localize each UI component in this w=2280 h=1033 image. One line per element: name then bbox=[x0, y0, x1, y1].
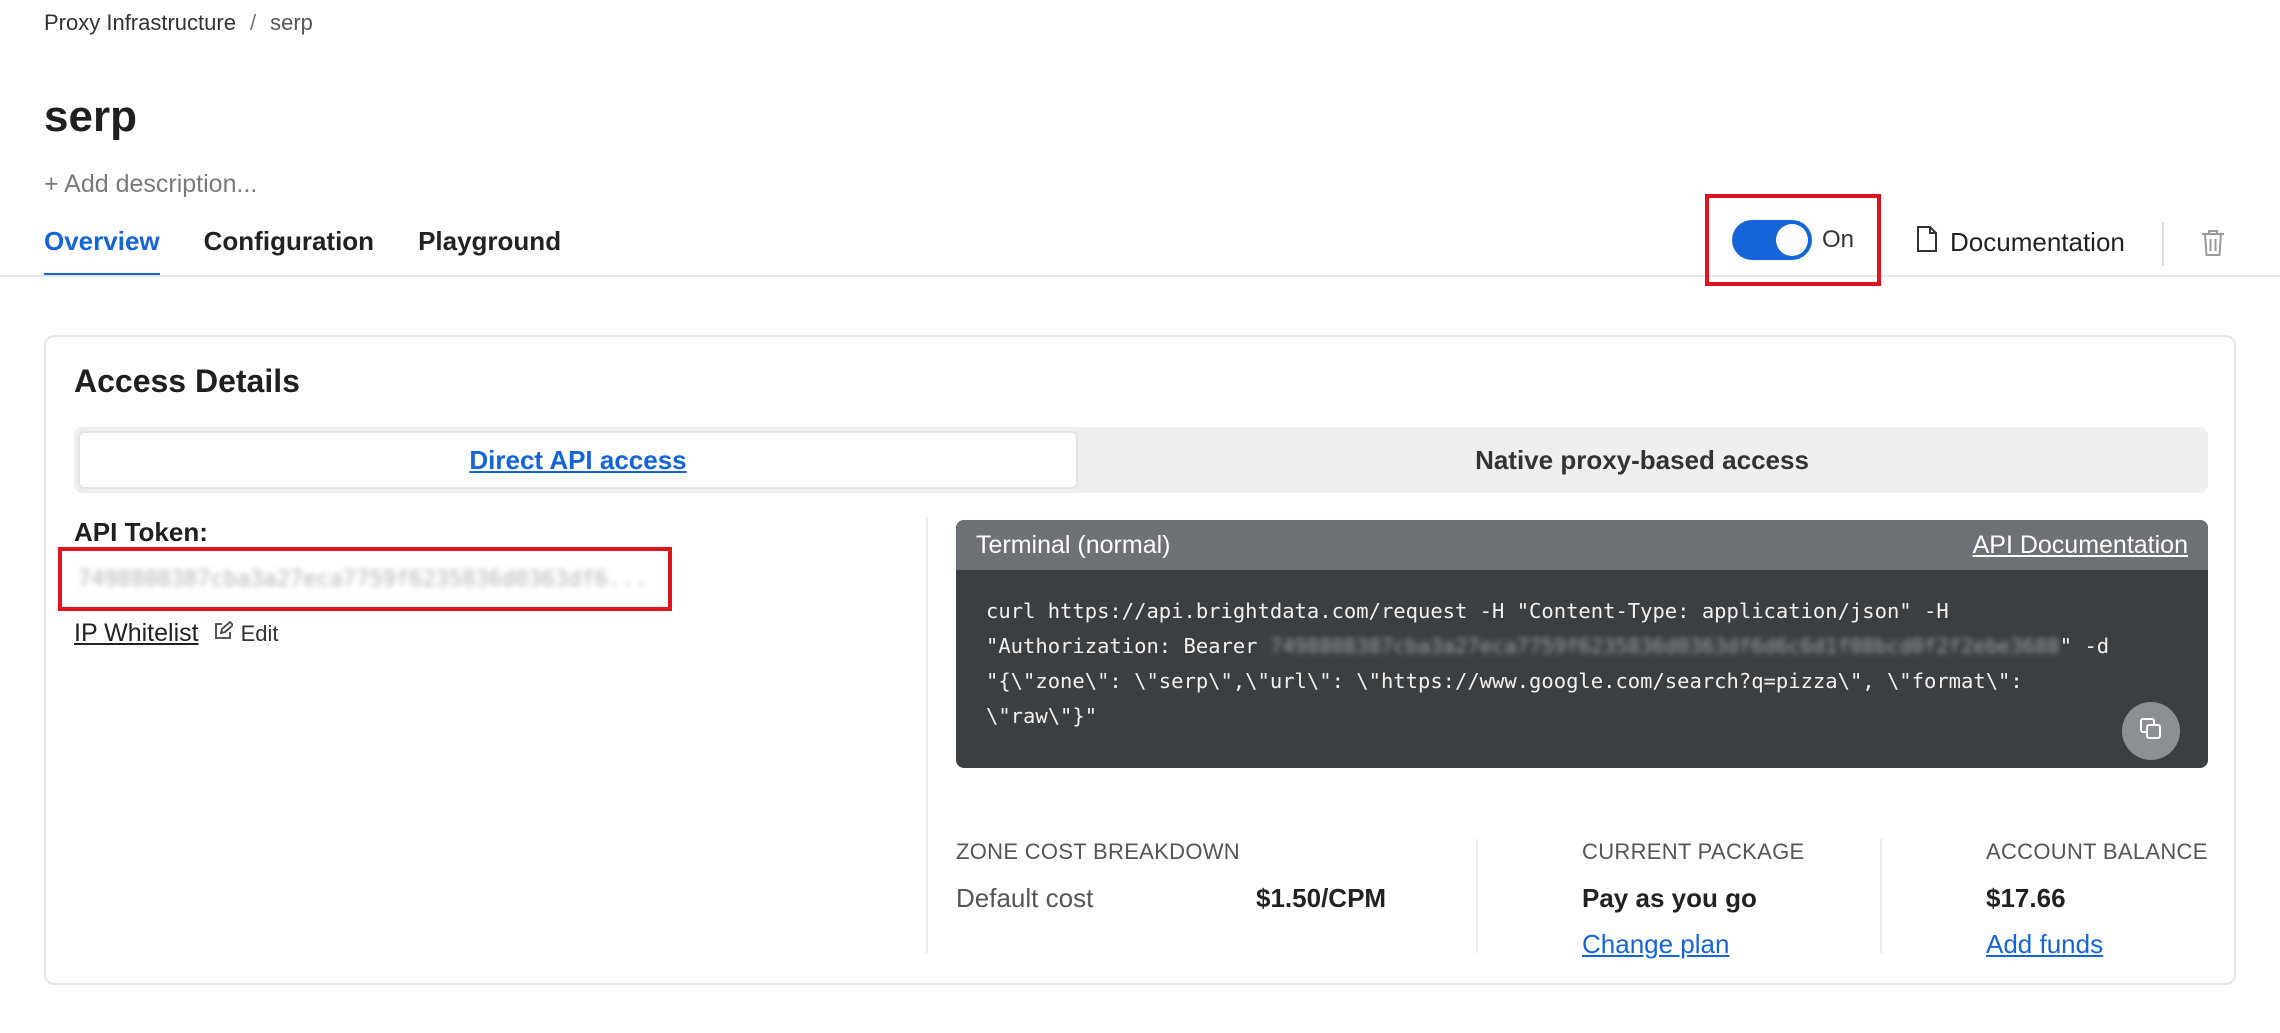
trash-icon[interactable] bbox=[2200, 228, 2226, 263]
terminal-header: Terminal (normal) API Documentation bbox=[956, 520, 2208, 570]
edit-ip-whitelist-button[interactable]: Edit bbox=[213, 620, 279, 647]
current-package-label: CURRENT PACKAGE bbox=[1582, 839, 1805, 864]
code-token: 7498808387cba3a27eca7759f6235836d0363df6… bbox=[1269, 634, 2060, 658]
zone-toggle-highlight: On bbox=[1705, 194, 1881, 286]
api-token-label: API Token: bbox=[74, 517, 208, 547]
code-line-2-prefix: "Authorization: Bearer bbox=[986, 634, 1270, 658]
direct-api-access-option[interactable]: Direct API access bbox=[78, 431, 1078, 489]
terminal-code[interactable]: curl https://api.brightdata.com/request … bbox=[956, 570, 2208, 758]
stats-divider-2 bbox=[1880, 839, 1882, 953]
access-details-title: Access Details bbox=[74, 363, 300, 399]
tab-playground[interactable]: Playground bbox=[418, 226, 561, 277]
column-divider bbox=[926, 517, 928, 953]
tab-bar: Overview Configuration Playground bbox=[44, 226, 561, 277]
toggle-knob bbox=[1775, 224, 1808, 256]
tabs-divider bbox=[0, 275, 2280, 277]
copy-button[interactable] bbox=[2122, 702, 2180, 760]
header-divider bbox=[2162, 222, 2164, 266]
access-details-card: Access Details Direct API access Native … bbox=[44, 335, 2236, 985]
stats-divider-1 bbox=[1476, 839, 1478, 953]
add-funds-link[interactable]: Add funds bbox=[1986, 929, 2103, 960]
code-line-3: "{\"zone\": \"serp\",\"url\": \"https://… bbox=[986, 669, 2023, 693]
breadcrumb-separator: / bbox=[249, 10, 257, 35]
tab-overview[interactable]: Overview bbox=[44, 226, 160, 277]
documentation-label: Documentation bbox=[1950, 227, 2125, 257]
api-token-value: 7498808387cba3a27eca7759f6235836d0363df6… bbox=[78, 566, 648, 592]
document-icon bbox=[1916, 226, 1938, 259]
breadcrumb: Proxy Infrastructure / serp bbox=[44, 10, 313, 36]
ip-whitelist-link[interactable]: IP Whitelist bbox=[74, 619, 199, 648]
current-package-value: Pay as you go bbox=[1582, 883, 1757, 913]
documentation-button[interactable]: Documentation bbox=[1916, 226, 2125, 259]
api-token-field[interactable]: 7498808387cba3a27eca7759f6235836d0363df6… bbox=[58, 547, 672, 611]
account-balance-label: ACCOUNT BALANCE bbox=[1986, 839, 2208, 864]
breadcrumb-current: serp bbox=[270, 10, 313, 35]
default-cost-value: $1.50/CPM bbox=[1256, 883, 1387, 913]
default-cost-label: Default cost bbox=[956, 883, 1094, 913]
access-mode-selector: Direct API access Native proxy-based acc… bbox=[74, 427, 2208, 493]
account-balance-value: $17.66 bbox=[1986, 883, 2066, 913]
add-description-button[interactable]: + Add description... bbox=[44, 170, 257, 199]
terminal-panel: Terminal (normal) API Documentation curl… bbox=[956, 520, 2208, 768]
change-plan-link[interactable]: Change plan bbox=[1582, 929, 1729, 960]
terminal-title: Terminal (normal) bbox=[976, 530, 1171, 559]
toggle-label: On bbox=[1821, 226, 1854, 253]
tab-configuration[interactable]: Configuration bbox=[204, 226, 374, 277]
copy-icon bbox=[2138, 716, 2164, 747]
zone-toggle-switch[interactable] bbox=[1731, 220, 1812, 260]
page-title: serp bbox=[44, 92, 137, 141]
code-line-2-suffix: " -d bbox=[2059, 634, 2110, 658]
token-column: API Token: 7498808387cba3a27eca7759f6235… bbox=[58, 517, 934, 647]
edit-label: Edit bbox=[240, 620, 279, 646]
zone-cost-label: ZONE COST BREAKDOWN bbox=[956, 839, 1240, 864]
api-documentation-link[interactable]: API Documentation bbox=[1973, 531, 2188, 560]
edit-icon bbox=[213, 620, 234, 647]
code-line-1: curl https://api.brightdata.com/request … bbox=[986, 599, 1949, 623]
native-proxy-access-option[interactable]: Native proxy-based access bbox=[1080, 431, 2204, 489]
ip-whitelist-row: IP Whitelist Edit bbox=[74, 619, 279, 648]
code-line-4: \"raw\"}" bbox=[986, 704, 1098, 728]
breadcrumb-root[interactable]: Proxy Infrastructure bbox=[44, 10, 236, 36]
